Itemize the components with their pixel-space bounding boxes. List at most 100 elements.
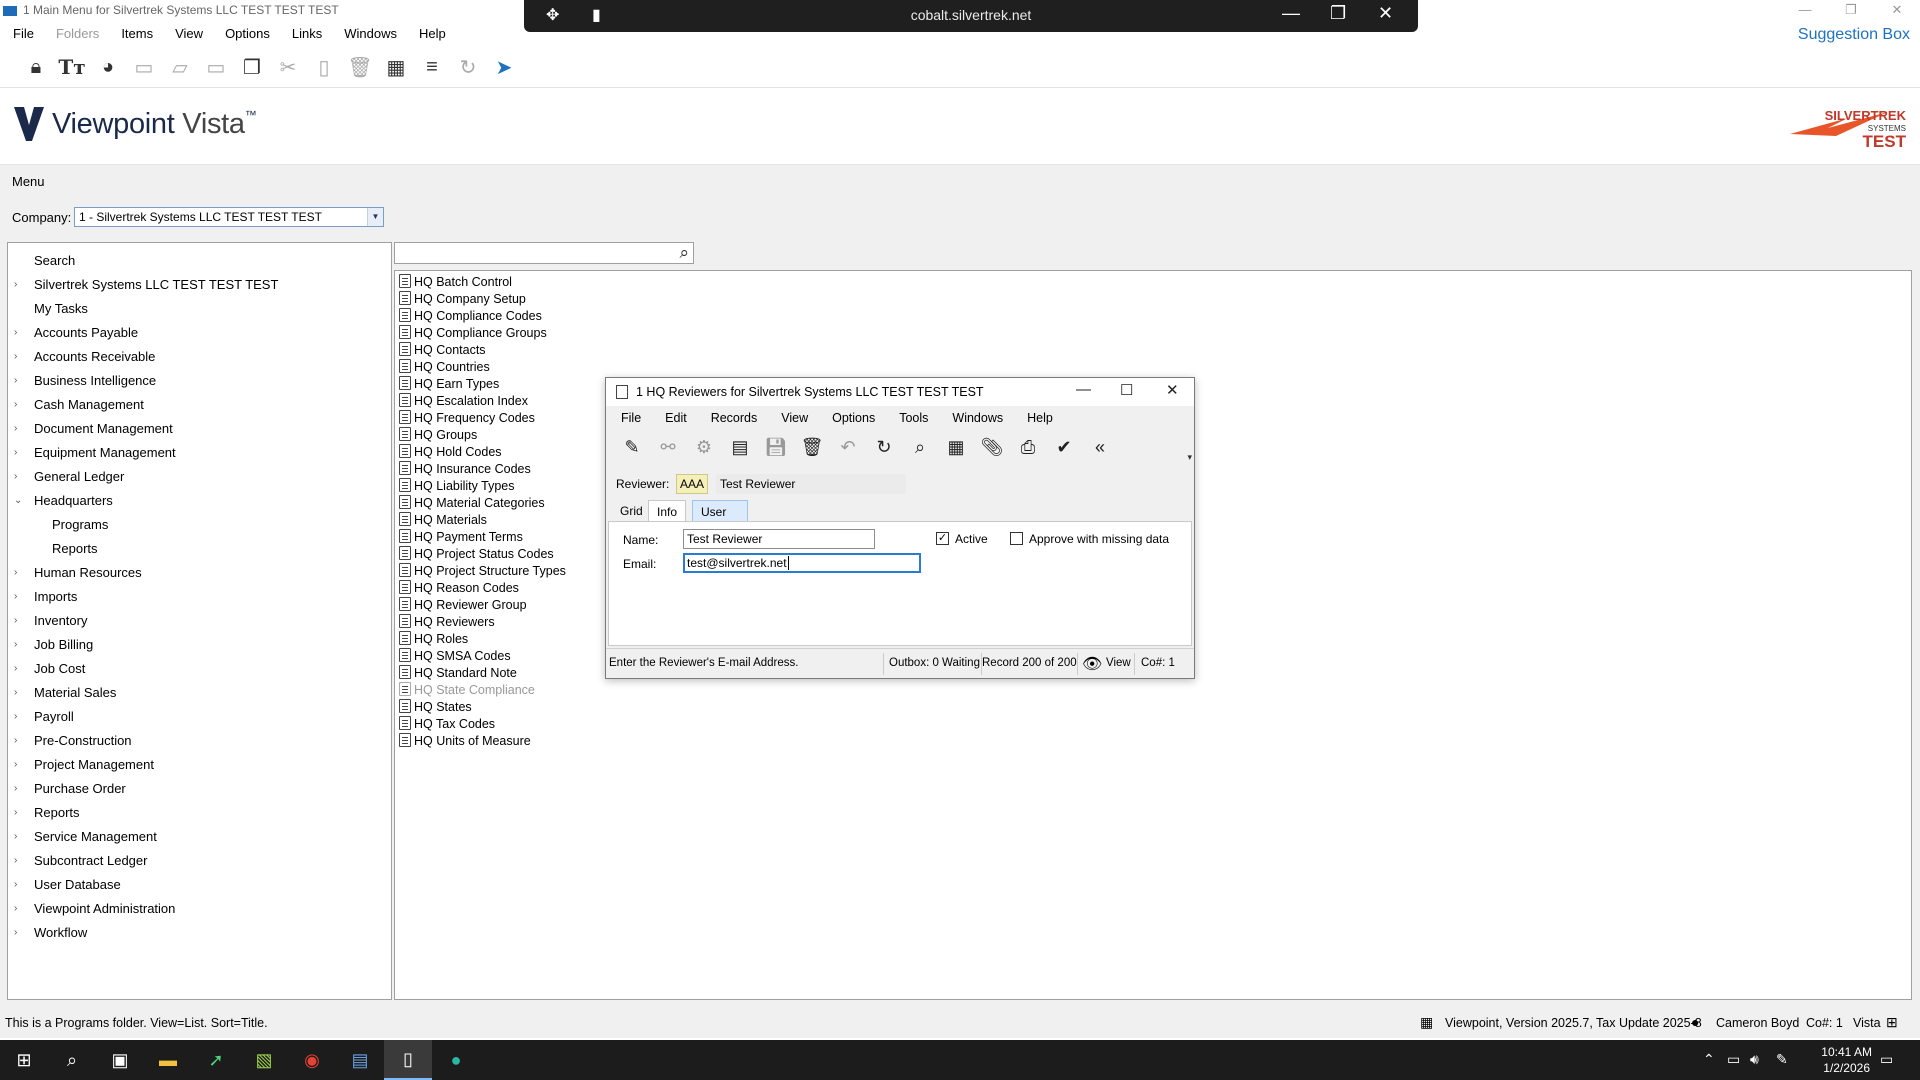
view-grid-icon[interactable]: ▦ [378,52,414,82]
program-list-item[interactable]: HQ Reviewer Group [399,597,527,614]
expand-icon[interactable]: › [14,730,26,752]
toolbar-overflow-icon[interactable]: ▾ [1187,452,1192,463]
expand-icon[interactable]: › [14,826,26,848]
search-icon[interactable]: ⌕ [679,243,689,263]
save-icon[interactable]: 💾︎ [758,433,794,461]
program-list-item[interactable]: HQ Standard Note [399,665,517,682]
program-list-item[interactable]: HQ Material Categories [399,495,545,512]
palette-icon[interactable]: ◕ [90,52,126,82]
menu-file[interactable]: File [0,24,43,46]
tray-chevron-icon[interactable]: ⌃ [1703,1051,1715,1068]
restore-button[interactable]: ❐ [1828,0,1874,22]
tab-grid[interactable]: Grid [612,500,651,522]
delete-record-icon[interactable]: 🗑︎ [794,433,830,461]
expand-icon[interactable]: › [14,850,26,872]
cut-icon[interactable]: ✂ [270,52,306,82]
refresh-icon[interactable]: ↻ [450,52,486,82]
remote-desktop-icon[interactable]: ▤ [336,1040,384,1080]
expand-icon[interactable]: › [14,754,26,776]
new-folder-icon[interactable]: ▭ [126,52,162,82]
expand-icon[interactable]: › [14,562,26,584]
rename-folder-icon[interactable]: ▱ [162,52,198,82]
company-select[interactable]: 1 - Silvertrek Systems LLC TEST TEST TES… [74,207,384,227]
tab-info[interactable]: Info [648,500,687,522]
program-list-item[interactable]: HQ Compliance Groups [399,325,547,342]
expand-icon[interactable]: › [14,418,26,440]
eye-icon[interactable]: 👁︎ [1082,654,1102,674]
settings-icon[interactable]: ⚙ [686,433,722,461]
print-icon[interactable]: ⎙ [1010,433,1046,461]
network-icon[interactable]: ⊞ [1886,1014,1898,1031]
expand-icon[interactable]: › [14,898,26,920]
delete-icon[interactable]: 🗑︎ [342,52,378,82]
expand-icon[interactable]: › [14,922,26,944]
program-list-item[interactable]: HQ States [399,699,472,716]
view-mode[interactable]: View [1106,657,1131,669]
dialog-menu-view[interactable]: View [766,408,817,428]
app-icon-circle[interactable]: ● [432,1040,480,1080]
menu-options[interactable]: Options [212,24,279,46]
new-record-icon[interactable]: ▤ [722,433,758,461]
reviewer-code-field[interactable]: AAA [676,474,708,494]
dialog-menu-file[interactable]: File [606,408,650,428]
collapse-icon[interactable]: « [1082,433,1118,461]
program-list-item[interactable]: HQ Roles [399,631,468,648]
expand-icon[interactable]: ⌄ [14,490,26,512]
program-list-item[interactable]: HQ Units of Measure [399,733,531,750]
tab-user-names[interactable]: User Names [692,500,749,541]
expand-icon[interactable]: › [14,346,26,368]
menu-windows[interactable]: Windows [331,24,406,46]
program-list-item[interactable]: HQ Insurance Codes [399,461,531,478]
network-tray-icon[interactable]: ▭ [1727,1051,1740,1068]
app-icon-arrow[interactable]: ➚ [192,1040,240,1080]
undo-icon[interactable]: ↶ [830,433,866,461]
program-list-item[interactable]: HQ Groups [399,427,477,444]
program-list-item[interactable]: HQ Batch Control [399,274,512,291]
expand-icon[interactable]: › [14,658,26,680]
grid-view-icon[interactable]: ▦ [938,433,974,461]
program-list-item[interactable]: HQ Reason Codes [399,580,519,597]
remote-close-button[interactable]: ✕ [1378,3,1393,24]
find-icon[interactable]: ⌕ [902,433,938,461]
approve-missing-checkbox[interactable] [1010,532,1023,545]
program-list-item[interactable]: HQ Reviewers [399,614,495,631]
name-field[interactable]: Test Reviewer [683,529,875,549]
program-list-item[interactable]: HQ Frequency Codes [399,410,535,427]
expand-icon[interactable]: › [14,706,26,728]
program-list-item[interactable]: HQ Escalation Index [399,393,528,410]
paste-icon[interactable]: ▯ [306,52,342,82]
expand-icon[interactable]: › [14,634,26,656]
dialog-close-button[interactable]: ✕ [1166,381,1179,399]
spellcheck-icon[interactable]: ✔ [1046,433,1082,461]
folder-icon[interactable]: ▭ [198,52,234,82]
expand-icon[interactable]: › [14,274,26,296]
menu-links[interactable]: Links [279,24,331,46]
expand-icon[interactable]: › [14,610,26,632]
expand-icon[interactable]: › [14,394,26,416]
dialog-menu-help[interactable]: Help [1012,408,1062,428]
expand-icon[interactable]: › [14,466,26,488]
task-view-icon[interactable]: ▣ [96,1040,144,1080]
font-icon[interactable]: Tт [54,52,90,82]
notifications-icon[interactable]: ▭ [1880,1051,1893,1068]
program-list-item[interactable]: HQ Contacts [399,342,486,359]
program-list-item[interactable]: HQ Company Setup [399,291,526,308]
dialog-menu-windows[interactable]: Windows [937,408,1012,428]
binoculars-icon[interactable]: ⚯ [650,433,686,461]
menu-help[interactable]: Help [406,24,455,46]
refresh-record-icon[interactable]: ↻ [866,433,902,461]
dialog-menu-options[interactable]: Options [817,408,884,428]
expand-icon[interactable]: › [14,586,26,608]
program-list-item[interactable]: HQ Project Structure Types [399,563,566,580]
file-explorer-icon[interactable]: ▬ [144,1040,192,1080]
program-list-item[interactable]: HQ Compliance Codes [399,308,542,325]
dialog-maximize-button[interactable]: ☐ [1120,381,1133,399]
edit-icon[interactable]: ✎ [614,433,650,461]
program-list-item[interactable]: HQ Project Status Codes [399,546,554,563]
program-list-item[interactable]: HQ Tax Codes [399,716,495,733]
document-app-icon[interactable]: ▯ [384,1040,432,1080]
search-input[interactable]: ⌕ [394,242,694,264]
remote-restore-button[interactable]: ❐ [1330,3,1346,24]
program-list-item[interactable]: HQ Earn Types [399,376,499,393]
expand-icon[interactable]: › [14,778,26,800]
